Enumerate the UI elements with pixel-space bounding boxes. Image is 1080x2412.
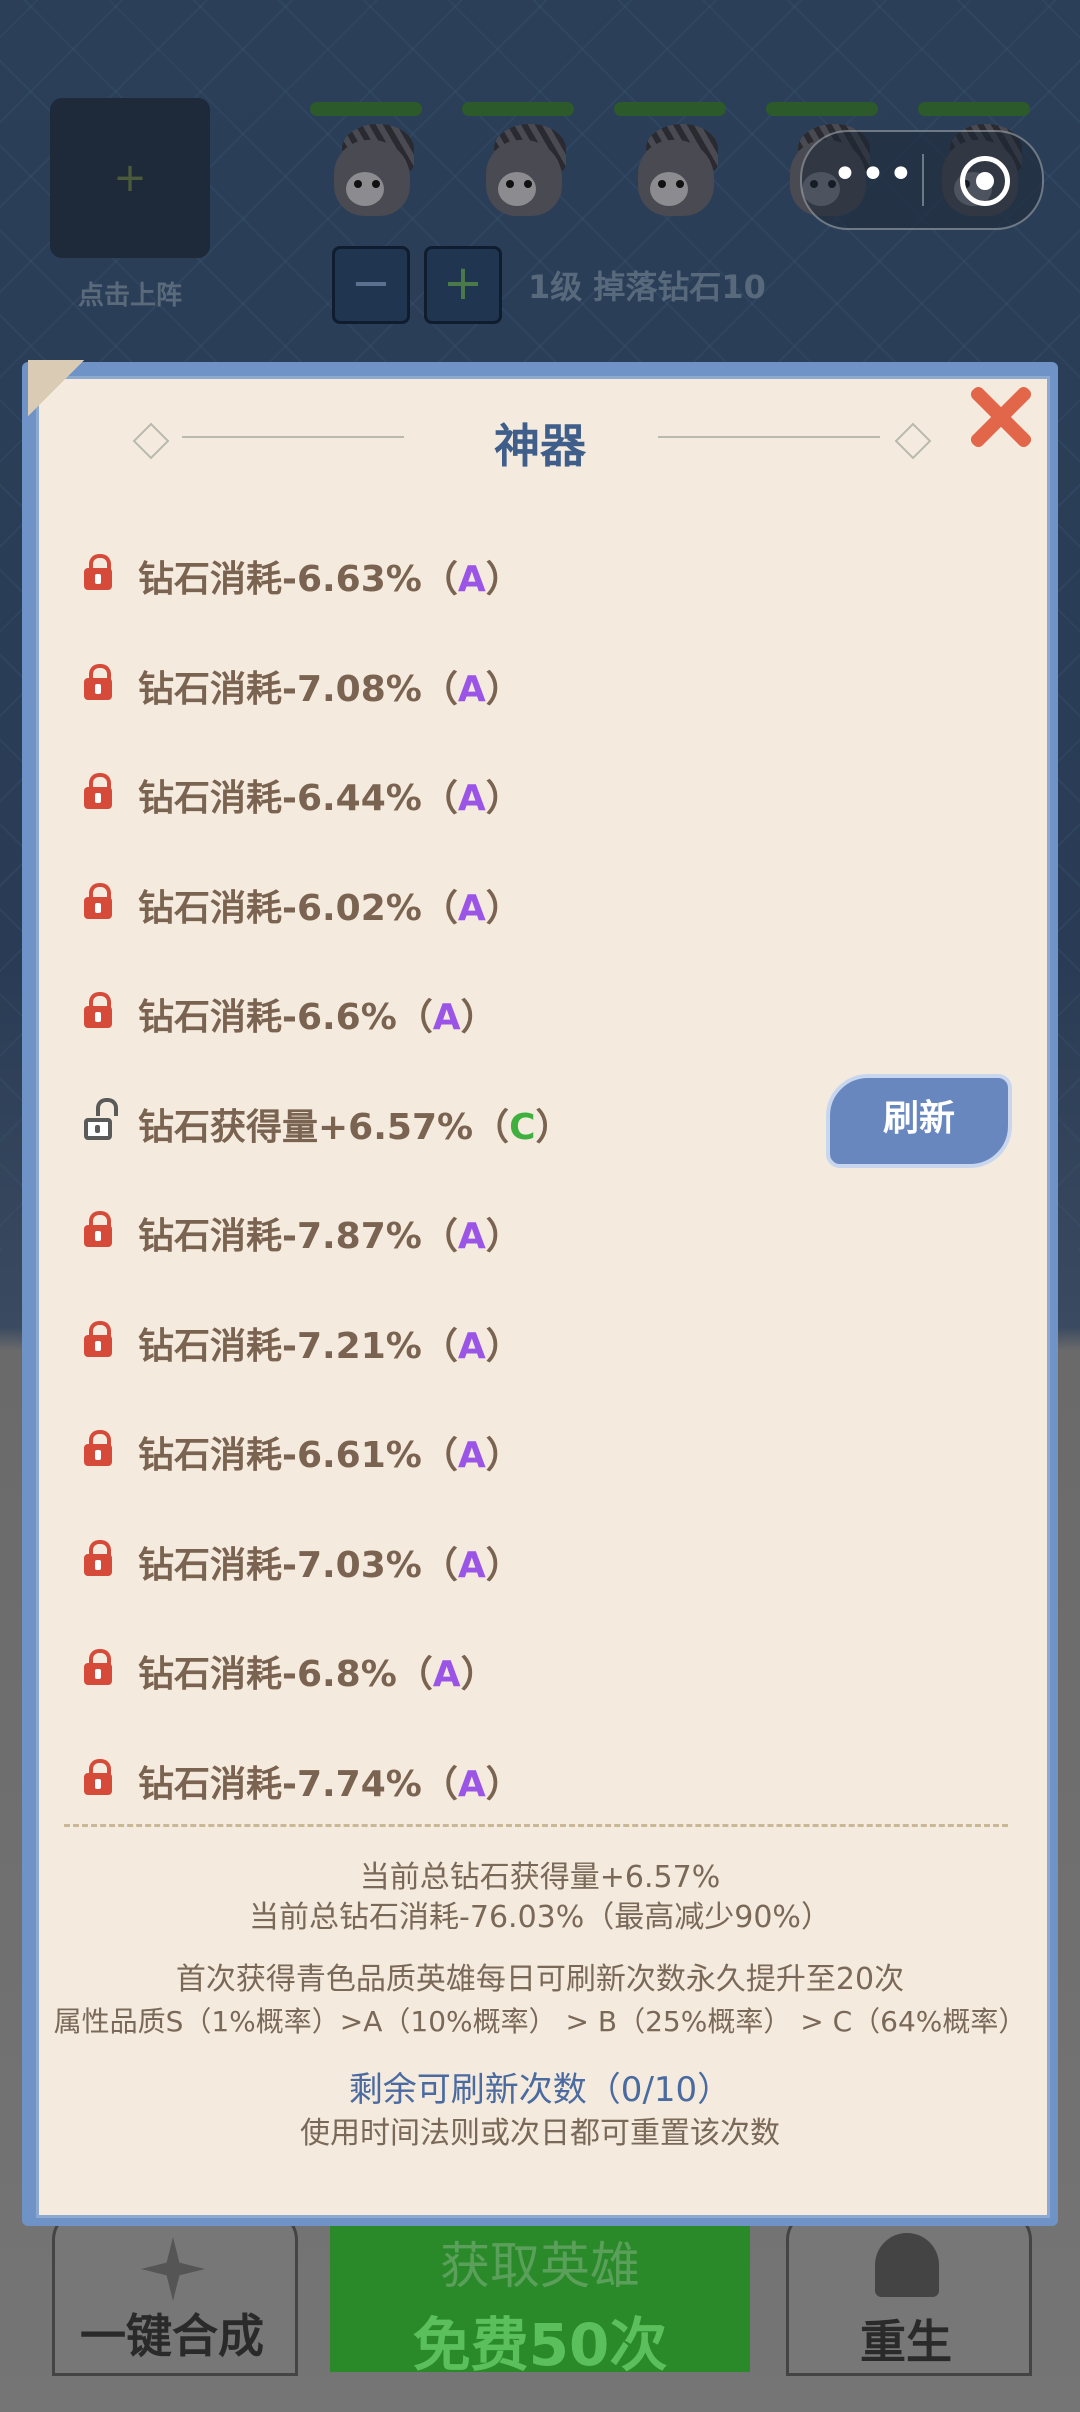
quality-grade: A [457,887,486,929]
attribute-text: 钻石消耗-7.03%（ [138,1544,458,1586]
artifact-attribute: 钻石消耗-6.44%（A） [138,769,522,821]
artifact-attribute: 钻石消耗-6.02%（A） [138,879,522,931]
lock-icon[interactable] [84,1320,112,1357]
lock-icon[interactable] [84,554,112,590]
refresh-upgrade-note: 首次获得青色品质英雄每日可刷新次数永久提升至20次 [175,1962,905,1997]
artifact-attribute: 钻石消耗-6.61%（A） [138,1426,522,1478]
attribute-text: 钻石消耗-7.87%（ [138,1216,458,1257]
lock-icon[interactable] [84,1539,112,1576]
attribute-suffix: ） [485,887,522,929]
attribute-suffix: ） [460,997,497,1038]
page-corner-fold [28,360,84,416]
lock-icon[interactable] [84,882,112,919]
quality-grade: A [457,1763,486,1805]
artifact-attribute: 钻石消耗-7.08%（A） [138,660,522,712]
lock-icon[interactable] [84,663,112,700]
quality-grade: A [457,1435,486,1476]
quality-grade: A [432,997,461,1038]
attribute-suffix: ） [485,1763,522,1805]
artifact-attribute: 钻石消耗-6.8%（A） [138,1645,497,1697]
quality-grade: A [457,668,486,710]
quality-grade: A [457,1216,486,1257]
attribute-suffix: ） [485,559,522,600]
title-line-right [658,436,880,438]
attribute-suffix: ） [485,778,522,819]
attribute-suffix: ） [535,1106,572,1148]
refresh-button[interactable]: 刷新 [826,1074,1012,1168]
total-gain-text: 当前总钻石获得量+6.57% [359,1860,721,1895]
attribute-text: 钻石消耗-6.63%（ [138,559,458,600]
artifact-attribute: 钻石消耗-7.87%（A） [138,1207,522,1259]
attribute-suffix: ） [485,1216,522,1257]
lock-icon[interactable] [84,1649,112,1685]
attribute-text: 钻石消耗-6.6%（ [138,997,433,1038]
remaining-refresh-count: 剩余可刷新次数（0/10） [348,2070,732,2110]
artifact-attribute: 钻石消耗-7.74%（A） [138,1755,522,1807]
artifact-attribute: 钻石消耗-7.03%（A） [138,1536,522,1588]
close-icon[interactable] [966,382,1036,452]
attribute-text: 钻石消耗-6.44%（ [138,778,458,819]
attribute-suffix: ） [460,1654,497,1695]
attribute-text: 钻石消耗-7.08%（ [138,668,458,710]
artifact-attribute: 钻石消耗-6.63%（A） [138,550,522,602]
lock-icon[interactable] [84,1758,112,1795]
title-line-left [182,436,404,438]
total-cost-text: 当前总钻石消耗-76.03%（最高减少90%） [249,1900,831,1935]
lock-icon[interactable] [84,773,112,809]
unlock-icon[interactable] [84,1097,118,1140]
artifact-dialog [36,376,1050,2218]
attribute-text: 钻石消耗-7.21%（ [138,1325,458,1367]
divider [64,1824,1008,1827]
attribute-text: 钻石消耗-6.8%（ [138,1654,433,1695]
lock-icon[interactable] [84,1430,112,1466]
attribute-text: 钻石消耗-6.61%（ [138,1435,458,1476]
artifact-attribute: 钻石消耗-7.21%（A） [138,1317,522,1369]
attribute-text: 钻石消耗-7.74%（ [138,1763,458,1805]
quality-grade: A [457,1325,486,1367]
quality-grade: C [509,1106,536,1148]
quality-grade: A [457,559,486,600]
attribute-text: 钻石消耗-6.02%（ [138,887,458,929]
attribute-suffix: ） [485,1325,522,1367]
quality-probability-note: 属性品质S（1%概率）>A（10%概率） > B（25%概率） > C（64%概… [53,2005,1027,2038]
artifact-attribute: 钻石获得量+6.57%（C） [138,1098,572,1150]
quality-grade: A [457,778,486,819]
attribute-suffix: ） [485,668,522,710]
lock-icon[interactable] [84,1211,112,1247]
attribute-text: 钻石获得量+6.57%（ [138,1106,510,1148]
quality-grade: A [432,1654,461,1695]
dialog-title: 神器 [494,419,586,473]
artifact-attribute: 钻石消耗-6.6%（A） [138,988,497,1040]
lock-icon[interactable] [84,992,112,1028]
reset-note: 使用时间法则或次日都可重置该次数 [300,2116,780,2151]
quality-grade: A [457,1544,486,1586]
attribute-suffix: ） [485,1435,522,1476]
attribute-suffix: ） [485,1544,522,1586]
